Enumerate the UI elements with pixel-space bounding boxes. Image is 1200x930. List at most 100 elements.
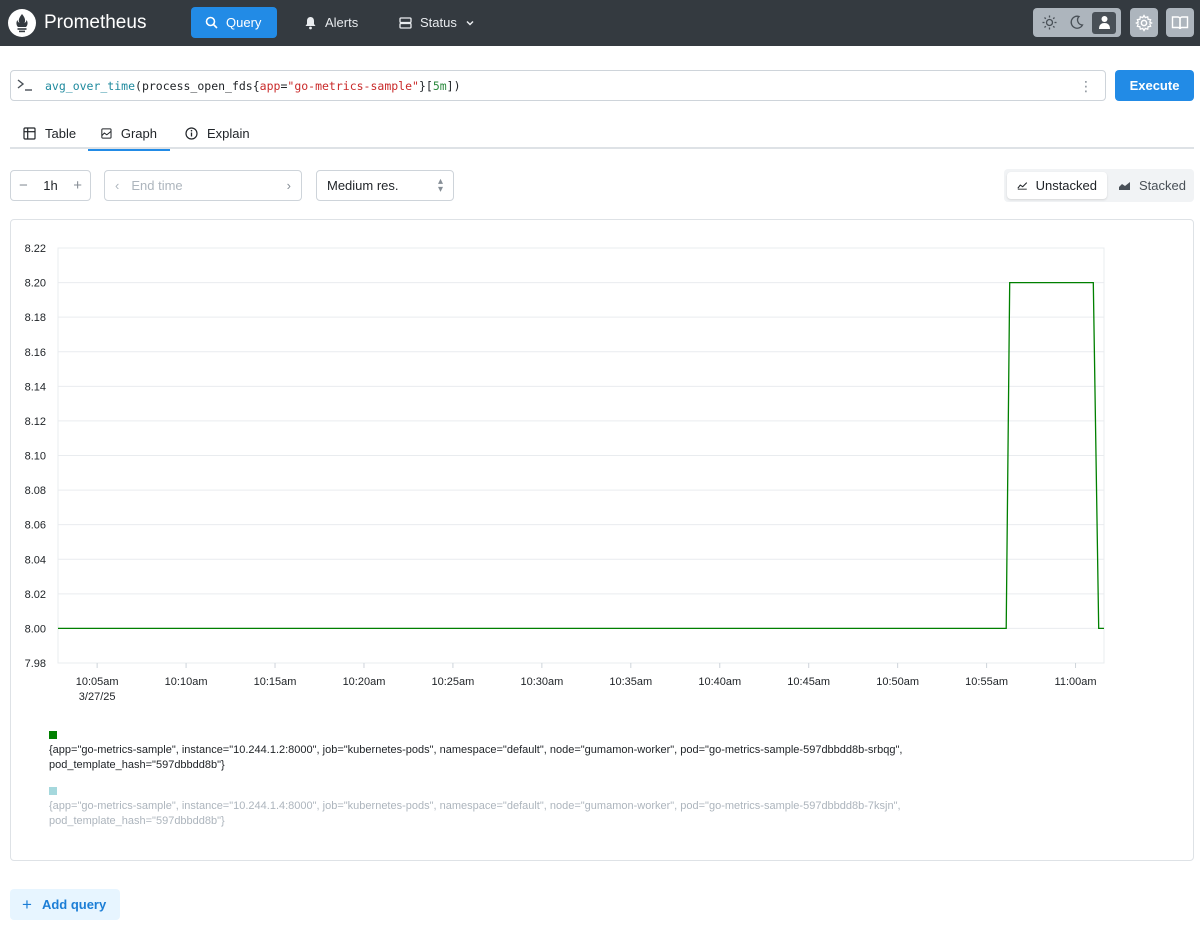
query-label-value: "go-metrics-sample" bbox=[287, 79, 419, 93]
legend-item-series-2[interactable]: {app="go-metrics-sample", instance="10.2… bbox=[49, 787, 989, 829]
x-tick-label: 10:10am bbox=[165, 676, 208, 688]
sun-icon bbox=[1042, 15, 1057, 30]
gear-icon bbox=[1135, 13, 1153, 32]
unstacked-button[interactable]: Unstacked bbox=[1007, 172, 1107, 199]
dark-theme-button[interactable] bbox=[1065, 12, 1089, 34]
range-value[interactable]: 1h bbox=[43, 178, 57, 193]
nav-status-dropdown[interactable]: Status bbox=[385, 7, 489, 38]
select-arrows-icon: ▴ ▾ bbox=[437, 175, 443, 195]
server-icon bbox=[399, 16, 412, 29]
tab-explain[interactable]: Explain bbox=[172, 118, 263, 149]
legend-label: {app="go-metrics-sample", instance="10.2… bbox=[49, 800, 901, 827]
y-tick-label: 8.16 bbox=[25, 347, 46, 359]
panel-tabs: Table Graph Explain bbox=[10, 118, 1194, 151]
y-tick-label: 8.20 bbox=[25, 278, 46, 290]
area-chart-icon bbox=[1119, 182, 1130, 190]
legend-swatch bbox=[49, 731, 57, 739]
tab-explain-label: Explain bbox=[207, 126, 250, 141]
y-tick-label: 8.12 bbox=[25, 416, 46, 428]
bell-icon bbox=[305, 16, 316, 29]
graph-panel: 8.22 8.20 8.18 8.16 8.14 8.12 8.10 8.08 8.06 8.04… bbox=[10, 219, 1194, 861]
kebab-menu-icon[interactable]: ⋮ bbox=[1079, 79, 1093, 93]
query-function: avg_over_time bbox=[45, 79, 136, 93]
resolution-select[interactable]: Medium res. ▴ ▾ bbox=[316, 170, 454, 201]
chevron-left-icon[interactable]: ‹ bbox=[115, 178, 119, 193]
book-icon bbox=[1171, 15, 1189, 29]
nav-query-label: Query bbox=[226, 15, 262, 30]
y-tick-label: 8.14 bbox=[25, 381, 46, 393]
y-tick-label: 8.02 bbox=[25, 589, 46, 601]
execute-button[interactable]: Execute bbox=[1115, 70, 1194, 101]
tab-graph-label: Graph bbox=[120, 126, 157, 141]
info-icon bbox=[185, 127, 198, 140]
table-icon bbox=[23, 127, 36, 140]
x-tick-label: 10:45am bbox=[787, 676, 830, 688]
user-icon bbox=[1098, 16, 1110, 29]
plus-icon: + bbox=[22, 894, 32, 914]
y-tick-label: 8.04 bbox=[25, 554, 46, 566]
nav-query-button[interactable]: Query bbox=[191, 7, 277, 38]
x-tick-label: 10:05am bbox=[76, 676, 119, 688]
tab-graph[interactable]: Graph bbox=[88, 118, 170, 151]
x-tick-label: 10:15am bbox=[254, 676, 297, 688]
tab-table[interactable]: Table bbox=[10, 118, 89, 149]
legend-item-series-1[interactable]: {app="go-metrics-sample", instance="10.2… bbox=[49, 731, 989, 773]
terminal-prompt-icon bbox=[17, 79, 32, 91]
stack-mode-toggle: Unstacked Stacked bbox=[1004, 169, 1194, 202]
x-tick-label: 10:50am bbox=[876, 676, 919, 688]
range-input: − 1h + bbox=[10, 170, 91, 201]
y-tick-label: 8.00 bbox=[25, 623, 46, 635]
increase-range-button[interactable]: + bbox=[73, 177, 82, 194]
chevron-right-icon[interactable]: › bbox=[287, 178, 291, 193]
y-tick-label: 8.22 bbox=[25, 243, 46, 255]
brand-name: Prometheus bbox=[44, 12, 147, 33]
add-query-button[interactable]: + Add query bbox=[10, 889, 120, 920]
moon-icon bbox=[1071, 15, 1085, 29]
chevron-down-icon bbox=[466, 20, 474, 26]
end-time-input[interactable]: ‹ End time › bbox=[104, 170, 302, 201]
time-series-chart[interactable]: 8.22 8.20 8.18 8.16 8.14 8.12 8.10 8.08 8.06 8.04… bbox=[11, 220, 1193, 710]
legend-swatch bbox=[49, 787, 57, 795]
light-theme-button[interactable] bbox=[1038, 12, 1062, 34]
stacked-button[interactable]: Stacked bbox=[1108, 172, 1196, 199]
x-tick-label: 10:35am bbox=[609, 676, 652, 688]
nav-status-label: Status bbox=[420, 15, 457, 30]
y-tick-label: 8.18 bbox=[25, 312, 46, 324]
add-query-label: Add query bbox=[41, 897, 107, 912]
x-tick-label: 10:25am bbox=[432, 676, 475, 688]
nav-alerts-button[interactable]: Alerts bbox=[290, 7, 372, 38]
x-tick-label: 10:55am bbox=[965, 676, 1008, 688]
x-date-label: 3/27/25 bbox=[79, 691, 116, 703]
y-tick-label: 8.10 bbox=[25, 451, 46, 463]
y-tick-label: 8.06 bbox=[25, 520, 46, 532]
unstacked-label: Unstacked bbox=[1035, 178, 1097, 193]
graph-icon bbox=[101, 128, 112, 139]
query-expression-input[interactable]: avg_over_time(process_open_fds{app="go-m… bbox=[10, 70, 1106, 101]
resolution-value: Medium res. bbox=[327, 178, 399, 193]
legend-label: {app="go-metrics-sample", instance="10.2… bbox=[49, 744, 903, 771]
theme-toggle bbox=[1033, 8, 1121, 37]
query-expression-text: avg_over_time(process_open_fds{app="go-m… bbox=[45, 79, 461, 93]
top-navbar: Prometheus Query Alerts Status bbox=[0, 0, 1200, 46]
x-tick-label: 10:40am bbox=[698, 676, 741, 688]
prometheus-logo-icon bbox=[8, 9, 36, 37]
auto-theme-button[interactable] bbox=[1092, 11, 1117, 34]
search-icon bbox=[205, 16, 218, 29]
line-chart-icon bbox=[1017, 182, 1028, 190]
settings-button[interactable] bbox=[1130, 8, 1158, 37]
query-metric: process_open_fds bbox=[141, 79, 253, 93]
x-tick-label: 10:20am bbox=[343, 676, 386, 688]
y-tick-label: 7.98 bbox=[25, 658, 46, 670]
y-tick-label: 8.08 bbox=[25, 485, 46, 497]
query-range: 5m bbox=[432, 79, 447, 93]
end-time-placeholder: End time bbox=[131, 178, 183, 193]
legend: {app="go-metrics-sample", instance="10.2… bbox=[49, 731, 989, 843]
x-tick-label: 11:00am bbox=[1055, 676, 1097, 688]
query-label-name: app bbox=[259, 79, 281, 93]
docs-button[interactable] bbox=[1166, 8, 1194, 37]
stacked-label: Stacked bbox=[1139, 178, 1186, 193]
nav-alerts-label: Alerts bbox=[325, 15, 359, 30]
x-tick-label: 10:30am bbox=[520, 676, 563, 688]
decrease-range-button[interactable]: − bbox=[19, 177, 28, 194]
brand[interactable]: Prometheus bbox=[8, 8, 146, 38]
